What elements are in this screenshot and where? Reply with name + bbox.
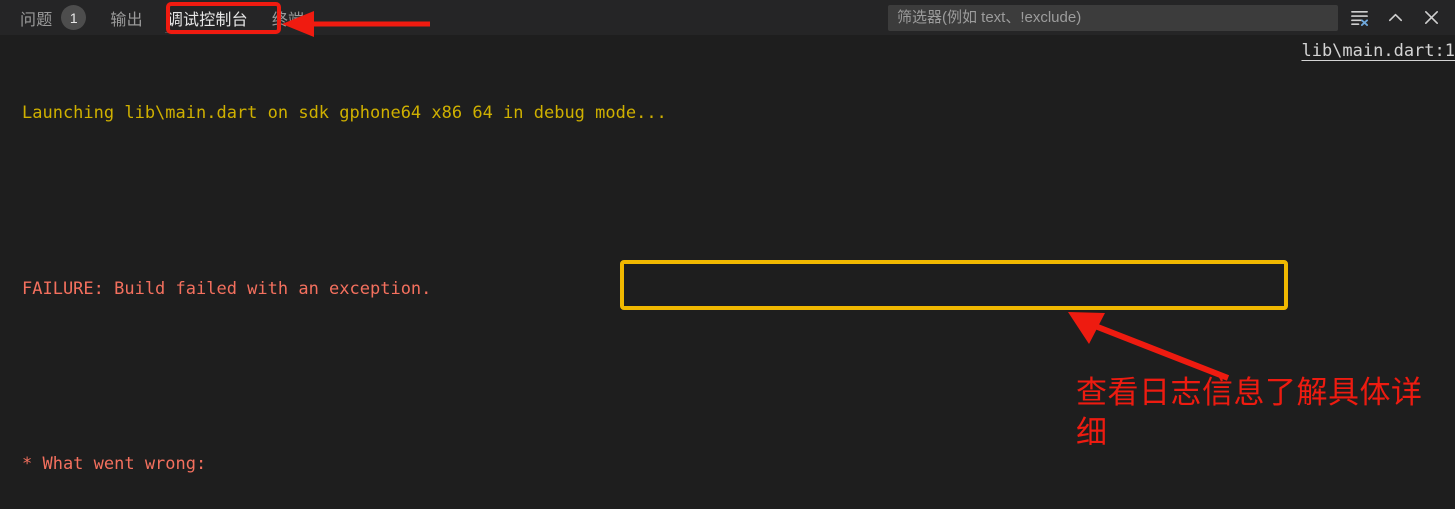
source-file-link[interactable]: lib\main.dart:1 bbox=[1301, 41, 1455, 61]
problems-count-badge: 1 bbox=[61, 5, 87, 30]
panel-header: 问题 1 输出 调试控制台 终端 bbox=[0, 0, 1455, 35]
console-line: Launching lib\main.dart on sdk gphone64 … bbox=[22, 103, 667, 124]
tab-terminal-label: 终端 bbox=[271, 11, 305, 29]
tab-output-label: 输出 bbox=[110, 11, 143, 29]
tab-debug-console[interactable]: 调试控制台 bbox=[155, 0, 260, 35]
close-icon[interactable] bbox=[1416, 3, 1446, 33]
tab-output[interactable]: 输出 bbox=[98, 0, 154, 35]
debug-console-panel: 问题 1 输出 调试控制台 终端 筛选器(例如 text、!exclude) L… bbox=[0, 0, 1455, 509]
tab-debug-console-label: 调试控制台 bbox=[166, 11, 248, 29]
panel-tab-bar: 问题 1 输出 调试控制台 终端 bbox=[0, 0, 316, 35]
tab-problems[interactable]: 问题 1 bbox=[8, 0, 98, 35]
panel-header-actions bbox=[888, 0, 1455, 35]
console-output[interactable]: Launching lib\main.dart on sdk gphone64 … bbox=[0, 35, 1455, 509]
console-line: FAILURE: Build failed with an exception. bbox=[22, 278, 432, 299]
chevron-up-icon[interactable] bbox=[1380, 3, 1410, 33]
console-line: * What went wrong: bbox=[22, 453, 207, 474]
tab-problems-label: 问题 bbox=[20, 11, 53, 29]
clear-console-icon[interactable] bbox=[1344, 3, 1374, 33]
filter-input[interactable] bbox=[888, 4, 1338, 31]
tab-terminal[interactable]: 终端 bbox=[260, 0, 316, 35]
